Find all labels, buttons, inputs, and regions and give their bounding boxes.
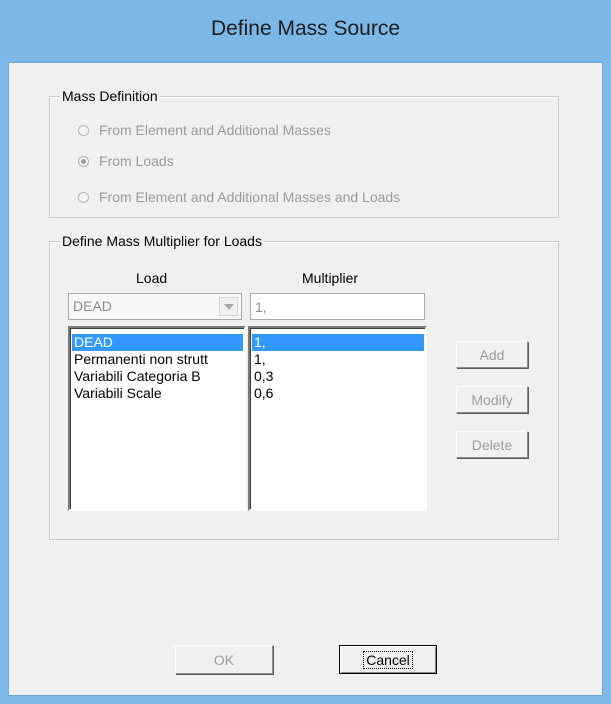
list-item[interactable]: 0,3 — [252, 368, 424, 385]
load-list[interactable]: DEAD Permanenti non strutt Variabili Cat… — [68, 326, 246, 511]
radio-button-icon — [78, 191, 89, 203]
multiplier-input[interactable] — [250, 293, 425, 320]
list-item[interactable]: 1, — [252, 334, 424, 351]
cancel-button[interactable]: Cancel — [339, 645, 437, 674]
list-item[interactable]: DEAD — [72, 334, 243, 351]
load-column-header: Load — [136, 270, 168, 286]
radio-button-checked-icon — [78, 155, 89, 167]
dialog-window: Define Mass Source Mass Definition From … — [0, 0, 611, 704]
mass-multiplier-legend: Define Mass Multiplier for Loads — [60, 233, 264, 249]
delete-button[interactable]: Delete — [456, 431, 528, 458]
multiplier-column-header: Multiplier — [302, 270, 359, 286]
mass-definition-legend: Mass Definition — [60, 88, 160, 104]
radio-button-icon — [78, 124, 89, 136]
radio-from-loads[interactable]: From Loads — [78, 153, 174, 169]
cancel-button-label: Cancel — [363, 650, 413, 669]
title-bar[interactable]: Define Mass Source — [0, 0, 611, 62]
radio-label: From Element and Additional Masses and L… — [99, 189, 401, 205]
radio-label: From Loads — [99, 153, 174, 169]
load-combo-box[interactable]: DEAD — [68, 293, 242, 320]
multiplier-list[interactable]: 1, 1, 0,3 0,6 — [248, 326, 427, 511]
list-item[interactable]: 1, — [252, 351, 424, 368]
load-combo-value: DEAD — [73, 298, 112, 314]
radio-from-element-masses[interactable]: From Element and Additional Masses — [78, 122, 331, 138]
list-item[interactable]: 0,6 — [252, 385, 424, 402]
radio-label: From Element and Additional Masses — [99, 122, 331, 138]
window-title: Define Mass Source — [210, 17, 401, 40]
list-item[interactable]: Variabili Scale — [72, 385, 243, 402]
list-item[interactable]: Variabili Categoria B — [72, 368, 243, 385]
add-button[interactable]: Add — [456, 341, 528, 368]
list-item[interactable]: Permanenti non strutt — [72, 351, 243, 368]
radio-from-element-masses-and-loads[interactable]: From Element and Additional Masses and L… — [78, 189, 400, 205]
chevron-down-icon[interactable] — [219, 297, 238, 316]
ok-button[interactable]: OK — [175, 645, 273, 674]
modify-button[interactable]: Modify — [456, 386, 528, 413]
